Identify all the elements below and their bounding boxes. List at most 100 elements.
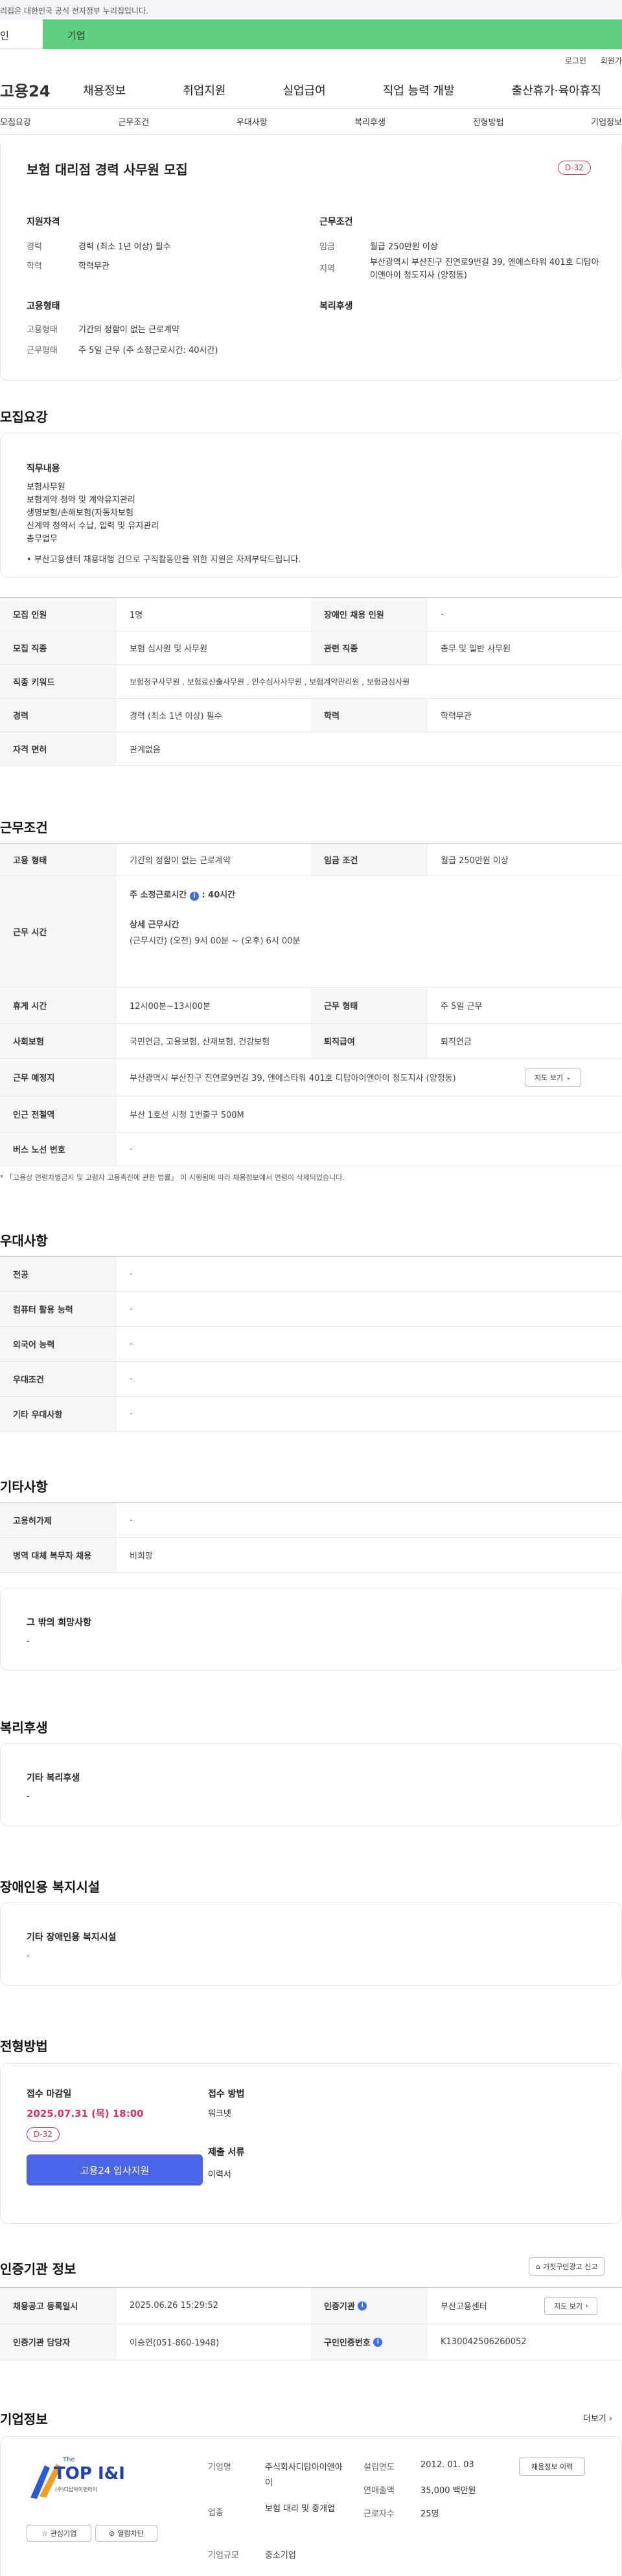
hope-value: -: [27, 1636, 30, 1646]
est-value: 2012. 01. 03: [420, 2460, 474, 2470]
table-row: 근무 시간 주 소정근로시간 i : 40시간 상세 근무시간 (근무시간) (…: [0, 876, 622, 988]
job-history-button[interactable]: 채용정보 이력: [519, 2457, 586, 2476]
work-time-cell: 주 소정근로시간 i : 40시간 상세 근무시간 (근무시간) (오전) 9시…: [117, 876, 300, 987]
emp-heading: 고용형태: [27, 301, 60, 311]
gnb-item-parental-leave[interactable]: 출산휴가·육아휴직: [512, 82, 601, 98]
region-label: 지역: [319, 264, 335, 274]
section-nav-welfare[interactable]: 복리후생: [354, 115, 386, 128]
table-cell: -: [130, 1144, 133, 1154]
info-icon[interactable]: i: [358, 2301, 367, 2310]
weekly-hours-value: : 40시간: [202, 890, 236, 900]
company-size-value: 중소기업: [265, 2551, 296, 2560]
table-header: 구인인증번호 i: [311, 2324, 428, 2360]
duty-heading: 직무내용: [27, 464, 60, 474]
employees-label: 근로자수: [363, 2509, 395, 2519]
job-title: 보험 대리점 경력 사무원 모집: [27, 162, 188, 177]
duty-card: 직무내용 보험사무원 보험계약 청약 및 계약유지관리 생명보험/손해보험(자동…: [0, 433, 622, 578]
table-row: 기타 우대사항 -: [0, 1397, 622, 1432]
table-row: 경력 경력 (최소 1년 이상) 필수 학력 학력무관: [0, 699, 622, 732]
hours-label: 근무형태: [27, 346, 58, 356]
apply-button[interactable]: 고용24 입사지원: [27, 2154, 203, 2186]
info-icon[interactable]: i: [189, 892, 199, 901]
gnb-item-unemployment[interactable]: 실업급여: [283, 82, 326, 98]
table-cell: -: [130, 1515, 133, 1525]
company-name-value: 주식회사디탑아이앤아이: [265, 2463, 343, 2488]
docs-value: 이력서: [208, 2170, 231, 2180]
table-header: 휴게 시간: [0, 988, 117, 1023]
table-row: 직종 키워드 보험청구사무원 , 보험료산출사무원 , 인수심사사무원 , 보험계…: [0, 665, 622, 699]
table-header: 버스 노선 번호: [0, 1133, 117, 1166]
site-logo[interactable]: 고용24: [0, 78, 78, 101]
docs-label: 제출 서류: [208, 2147, 245, 2158]
table-header: 우대조건: [0, 1362, 117, 1396]
section-nav-recruit[interactable]: 모집요강: [0, 115, 31, 128]
qual-heading: 지원자격: [27, 217, 60, 227]
table-header: 직종 키워드: [0, 665, 117, 698]
table-header: 관련 직종: [311, 631, 428, 664]
process-card: 접수 마감일 2025.07.31 (목) 18:00 D-32 고용24 입사…: [0, 2063, 622, 2224]
cert-map-button[interactable]: 지도 보기 ›: [544, 2296, 598, 2315]
table-row: 채용공고 등록일시 2025.06.26 15:29:52 인증기관 i 부산고용센터…: [0, 2288, 622, 2324]
age-law-notice: * 「고용상 연령차별금지 및 고령자 고용촉진에 관한 법률」 이 시행됨에 …: [0, 1173, 345, 1182]
chevron-down-icon: ⌄: [565, 1073, 572, 1081]
method-label: 접수 방법: [208, 2089, 245, 2099]
tab-company[interactable]: 기업: [43, 19, 622, 49]
company-more-link[interactable]: 더보기 ›: [583, 2412, 612, 2424]
wage-value: 월급 250만원 이상: [370, 242, 438, 252]
report-fake-ad-button[interactable]: ⌂ 거짓구인광고 신고: [529, 2257, 605, 2276]
deadline-label: 접수 마감일: [27, 2089, 72, 2099]
info-icon[interactable]: i: [373, 2337, 383, 2347]
edu-label: 학력: [27, 262, 42, 271]
table-row: 컴퓨터 활용 능력 -: [0, 1292, 622, 1327]
org-header-label: 인증기관: [324, 2302, 355, 2312]
sales-label: 연매출액: [363, 2486, 395, 2496]
table-header: 퇴직급여: [311, 1024, 428, 1058]
table-cell: 월급 250만원 이상: [441, 856, 509, 866]
career-value: 경력 (최소 1년 이상) 필수: [78, 242, 171, 252]
table-header: 컴퓨터 활용 능력: [0, 1292, 117, 1326]
duty-item: 보험사무원: [27, 482, 65, 492]
logo-main-text: TOP I&I: [54, 2464, 125, 2483]
sales-value: 35,000 백만원: [420, 2486, 476, 2496]
hope-heading: 그 밖의 희망사항: [27, 1618, 91, 1628]
table-header: 인증기관 담당자: [0, 2324, 117, 2360]
cert-table: 채용공고 등록일시 2025.06.26 15:29:52 인증기관 i 부산고용센터…: [0, 2287, 622, 2360]
edu-value: 학력무관: [78, 262, 109, 271]
table-cell: 보험 심사원 및 사무원: [130, 644, 208, 654]
welfare-card: 기타 복리후생 -: [0, 1743, 622, 1826]
table-cell: -: [441, 609, 444, 619]
table-cell: 학력무관: [441, 712, 472, 721]
table-row: 모집 직종 보험 심사원 및 사무원 관련 직종 총무 및 일반 사무원: [0, 631, 622, 665]
welfare-heading: 복리후생: [319, 301, 353, 311]
gnb-item-employment-support[interactable]: 취업지원: [183, 82, 225, 98]
table-row: 버스 노선 번호 -: [0, 1133, 622, 1166]
table-header: 채용공고 등록일시: [0, 2288, 117, 2323]
block-view-button[interactable]: ⊘ 열람차단: [95, 2525, 157, 2542]
table-cell: 국민연금, 고용보험, 산재보험, 건강보험: [130, 1037, 270, 1047]
table-cell: 경력 (최소 1년 이상) 필수: [130, 712, 222, 721]
company-name-label: 기업명: [208, 2463, 231, 2472]
join-link[interactable]: 회원가: [601, 55, 622, 66]
table-header: 외국어 능력: [0, 1327, 117, 1361]
gnb-item-jobs[interactable]: 채용정보: [83, 82, 126, 98]
tab-individual[interactable]: 인: [0, 19, 43, 49]
table-cell: 2025.06.26 15:29:52: [130, 2301, 218, 2310]
table-header: 근무 형태: [311, 988, 428, 1023]
login-link[interactable]: 로그인: [565, 55, 586, 66]
duty-item: 총무업무: [27, 534, 58, 544]
gnb-item-training[interactable]: 직업 능력 개발: [383, 82, 455, 98]
table-cell: 이승연(051-860-1948): [130, 2338, 220, 2348]
section-nav-pref[interactable]: 우대사항: [236, 115, 268, 128]
table-row: 휴게 시간 12시00분~13시00분 근무 형태 주 5일 근무: [0, 988, 622, 1024]
section-nav-work[interactable]: 근무조건: [118, 115, 149, 128]
gov-notice-text: 리집은 대한민국 공식 전자정부 누리집입니다.: [0, 6, 148, 16]
table-cell: 보험청구사무원 , 보험료산출사무원 , 인수심사사무원 , 보험계약관리원 ,…: [130, 677, 410, 686]
table-row: 모집 인원 1명 장애인 채용 인원 -: [0, 598, 622, 631]
map-button[interactable]: 지도 보기 ⌄: [525, 1068, 582, 1087]
section-nav-company[interactable]: 기업정보: [591, 115, 622, 128]
region-value: 부산광역시 부산진구 진연로9번길 39, 엔에스타워 401호 디탑아이앤아이…: [370, 258, 599, 280]
section-nav-process[interactable]: 전형방법: [473, 115, 504, 128]
interest-company-button[interactable]: ☆ 관심기업: [27, 2525, 91, 2542]
gov-notice-bar: 리집은 대한민국 공식 전자정부 누리집입니다.: [0, 0, 622, 19]
report-button-label: 거짓구인광고 신고: [542, 2263, 598, 2271]
